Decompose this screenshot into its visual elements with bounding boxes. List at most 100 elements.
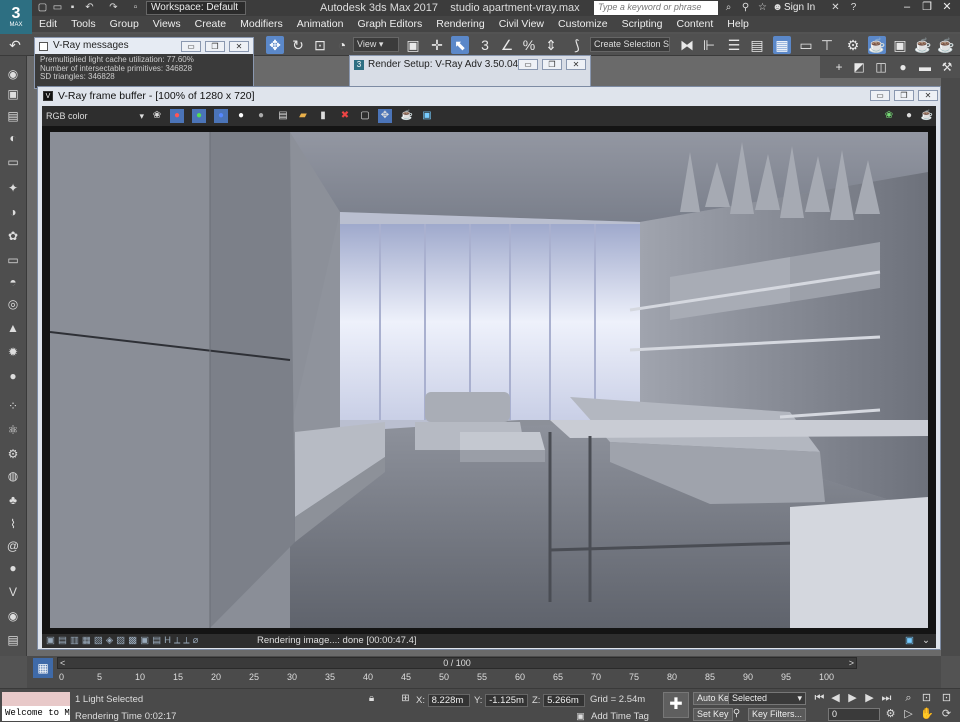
edit-named-selection-icon[interactable]: ⟆ (568, 36, 586, 54)
menu-tools[interactable]: Tools (64, 18, 103, 30)
restore-button[interactable]: ❐ (894, 90, 914, 101)
track-mouse-icon[interactable]: ✥ (378, 109, 392, 123)
layer-explorer-icon[interactable]: ▤ (748, 36, 766, 54)
render-iterative-icon[interactable]: ☕ (937, 36, 955, 54)
percent-snap-icon[interactable]: % (520, 36, 538, 54)
render-start-icon[interactable]: ❀ (882, 109, 896, 123)
scale-icon[interactable]: ⊡ (311, 36, 329, 54)
alpha-channel-icon[interactable]: ● (234, 109, 248, 123)
restore-button[interactable]: ❐ (542, 59, 562, 70)
expand-icon[interactable]: ⌄ (922, 634, 930, 648)
globe-icon[interactable]: ◍ (5, 468, 21, 484)
add-time-tag[interactable]: Add Time Tag (591, 711, 649, 722)
sphere-icon[interactable]: ● (5, 368, 21, 384)
red-channel-button[interactable]: ● (170, 109, 184, 123)
app-logo[interactable]: 3 MAX (0, 0, 32, 34)
schematic-view-icon[interactable]: ⊤ (818, 36, 836, 54)
material-editor-icon[interactable]: ⚙ (844, 36, 862, 54)
sun-icon[interactable]: ✹ (5, 344, 21, 360)
vray-icon[interactable]: V (5, 584, 21, 600)
channel-dropdown[interactable]: RGB color ▾ (46, 109, 146, 123)
stop-render-icon[interactable]: ✖ (338, 109, 352, 123)
prev-key-icon[interactable]: ◀ (829, 692, 842, 705)
hair-icon[interactable]: ⌇ (5, 516, 21, 532)
new-file-icon[interactable]: ▢ (37, 2, 48, 13)
restore-button[interactable]: ❐ (205, 41, 225, 52)
maxscript-listener[interactable] (2, 692, 70, 706)
menu-modifiers[interactable]: Modifiers (233, 18, 290, 30)
list-icon[interactable]: ▤ (5, 108, 21, 124)
restore-button[interactable]: ❐ (920, 1, 934, 13)
named-selection-dropdown[interactable]: Create Selection Se ▾ (590, 37, 670, 52)
color-channels-icon[interactable]: ❀ (150, 109, 164, 123)
menu-animation[interactable]: Animation (290, 18, 351, 30)
time-slider[interactable]: < 0 / 100 > (57, 657, 857, 669)
save-file-icon[interactable]: ▪ (67, 2, 78, 13)
vfb-status-icons[interactable]: ▣▤▥▦▧◈▨▩▣▤H⟂⟂⌀ (46, 634, 201, 648)
key-filter-icon[interactable]: ⚲ (731, 708, 742, 719)
redo-icon[interactable]: ↷ (108, 2, 119, 13)
scene-explorer-icon[interactable]: ☰ (725, 36, 743, 54)
close-button[interactable]: ✕ (940, 1, 954, 13)
orbit-icon[interactable]: ⟳ (940, 708, 953, 721)
minimize-button[interactable]: – (900, 1, 914, 13)
render-setup-titlebar[interactable]: 3 Render Setup: V-Ray Adv 3.50.04 ▭ ❐ ✕ (350, 56, 590, 74)
menu-graph-editors[interactable]: Graph Editors (350, 18, 429, 30)
save-image-icon[interactable]: ▤ (276, 109, 290, 123)
add-icon[interactable]: + (830, 58, 848, 76)
current-frame-field[interactable]: 0 (828, 708, 880, 721)
minimize-button[interactable]: ▭ (518, 59, 538, 70)
render-view[interactable] (42, 126, 936, 634)
x-field[interactable]: 8.228m (427, 694, 470, 707)
display-icon[interactable]: ▬ (916, 58, 934, 76)
subscription-icon[interactable]: ⚲ (740, 2, 751, 13)
align-icon[interactable]: ⊩ (700, 36, 718, 54)
sphere-blue-icon[interactable]: ◉ (5, 608, 21, 624)
ribbon-toggle-icon[interactable]: ▦ (773, 36, 791, 54)
proxy-icon[interactable]: ⚙ (5, 446, 21, 462)
set-key-button[interactable]: Set Key (693, 708, 733, 721)
menu-views[interactable]: Views (146, 18, 188, 30)
green-channel-button[interactable]: ● (192, 109, 206, 123)
blue-channel-button[interactable]: ● (214, 109, 228, 123)
undo-icon[interactable]: ↶ (84, 2, 95, 13)
menu-create[interactable]: Create (188, 18, 234, 30)
search-input[interactable]: Type a keyword or phrase (594, 1, 718, 15)
time-tag-icon[interactable]: ▣ (575, 711, 586, 722)
spiral-icon[interactable]: @ (5, 538, 21, 554)
render-setup-icon[interactable]: ☕ (868, 36, 886, 54)
fur-icon[interactable]: ✿ (5, 228, 21, 244)
curve-editor-icon[interactable]: ▭ (797, 36, 815, 54)
vray-light-icon[interactable]: ◑ (5, 204, 21, 220)
menu-rendering[interactable]: Rendering (429, 18, 491, 30)
z-field[interactable]: 5.266m (543, 694, 586, 707)
load-image-icon[interactable]: ▰ (296, 109, 310, 123)
lock-icon[interactable]: 🔒︎ (366, 693, 377, 704)
project-folder-icon[interactable]: ▫ (130, 2, 141, 13)
molecule-icon[interactable]: ⚛ (5, 422, 21, 438)
zoom-icon[interactable]: ⌕ (902, 692, 915, 705)
dome-icon[interactable]: ◓ (5, 274, 21, 290)
torus-icon[interactable]: ◎ (5, 296, 21, 312)
interactive-render-icon[interactable]: ☕ (920, 109, 934, 123)
search-icon[interactable]: ⌕ (723, 2, 734, 13)
vfb-titlebar[interactable]: V V-Ray frame buffer - [100% of 1280 x 7… (38, 87, 940, 105)
maxscript-welcome[interactable]: Welcome to M (2, 706, 70, 721)
camera-icon[interactable]: ▭ (5, 154, 21, 170)
goto-start-icon[interactable]: ⏮ (813, 692, 826, 705)
box-icon[interactable]: ▣ (5, 86, 21, 102)
monochrome-icon[interactable]: ● (254, 109, 268, 123)
reference-coordinate-dropdown[interactable]: View ▾ (353, 37, 399, 52)
menu-customize[interactable]: Customize (551, 18, 615, 30)
user-icon[interactable]: ☻ (772, 2, 783, 13)
render-last-icon[interactable]: ☕ (400, 109, 414, 123)
clear-image-icon[interactable]: ▮ (316, 109, 330, 123)
pivot-icon[interactable]: ▣ (404, 36, 422, 54)
eye-icon[interactable]: ◉ (5, 66, 21, 82)
menu-civil-view[interactable]: Civil View (492, 18, 551, 30)
menu-edit[interactable]: Edit (32, 18, 64, 30)
placement-icon[interactable]: ◔ (333, 36, 351, 54)
zoom-extents-icon[interactable]: ⊡ (920, 692, 933, 705)
modify-icon[interactable]: ◩ (850, 58, 868, 76)
undo-toolbar-icon[interactable]: ↶ (6, 36, 24, 54)
